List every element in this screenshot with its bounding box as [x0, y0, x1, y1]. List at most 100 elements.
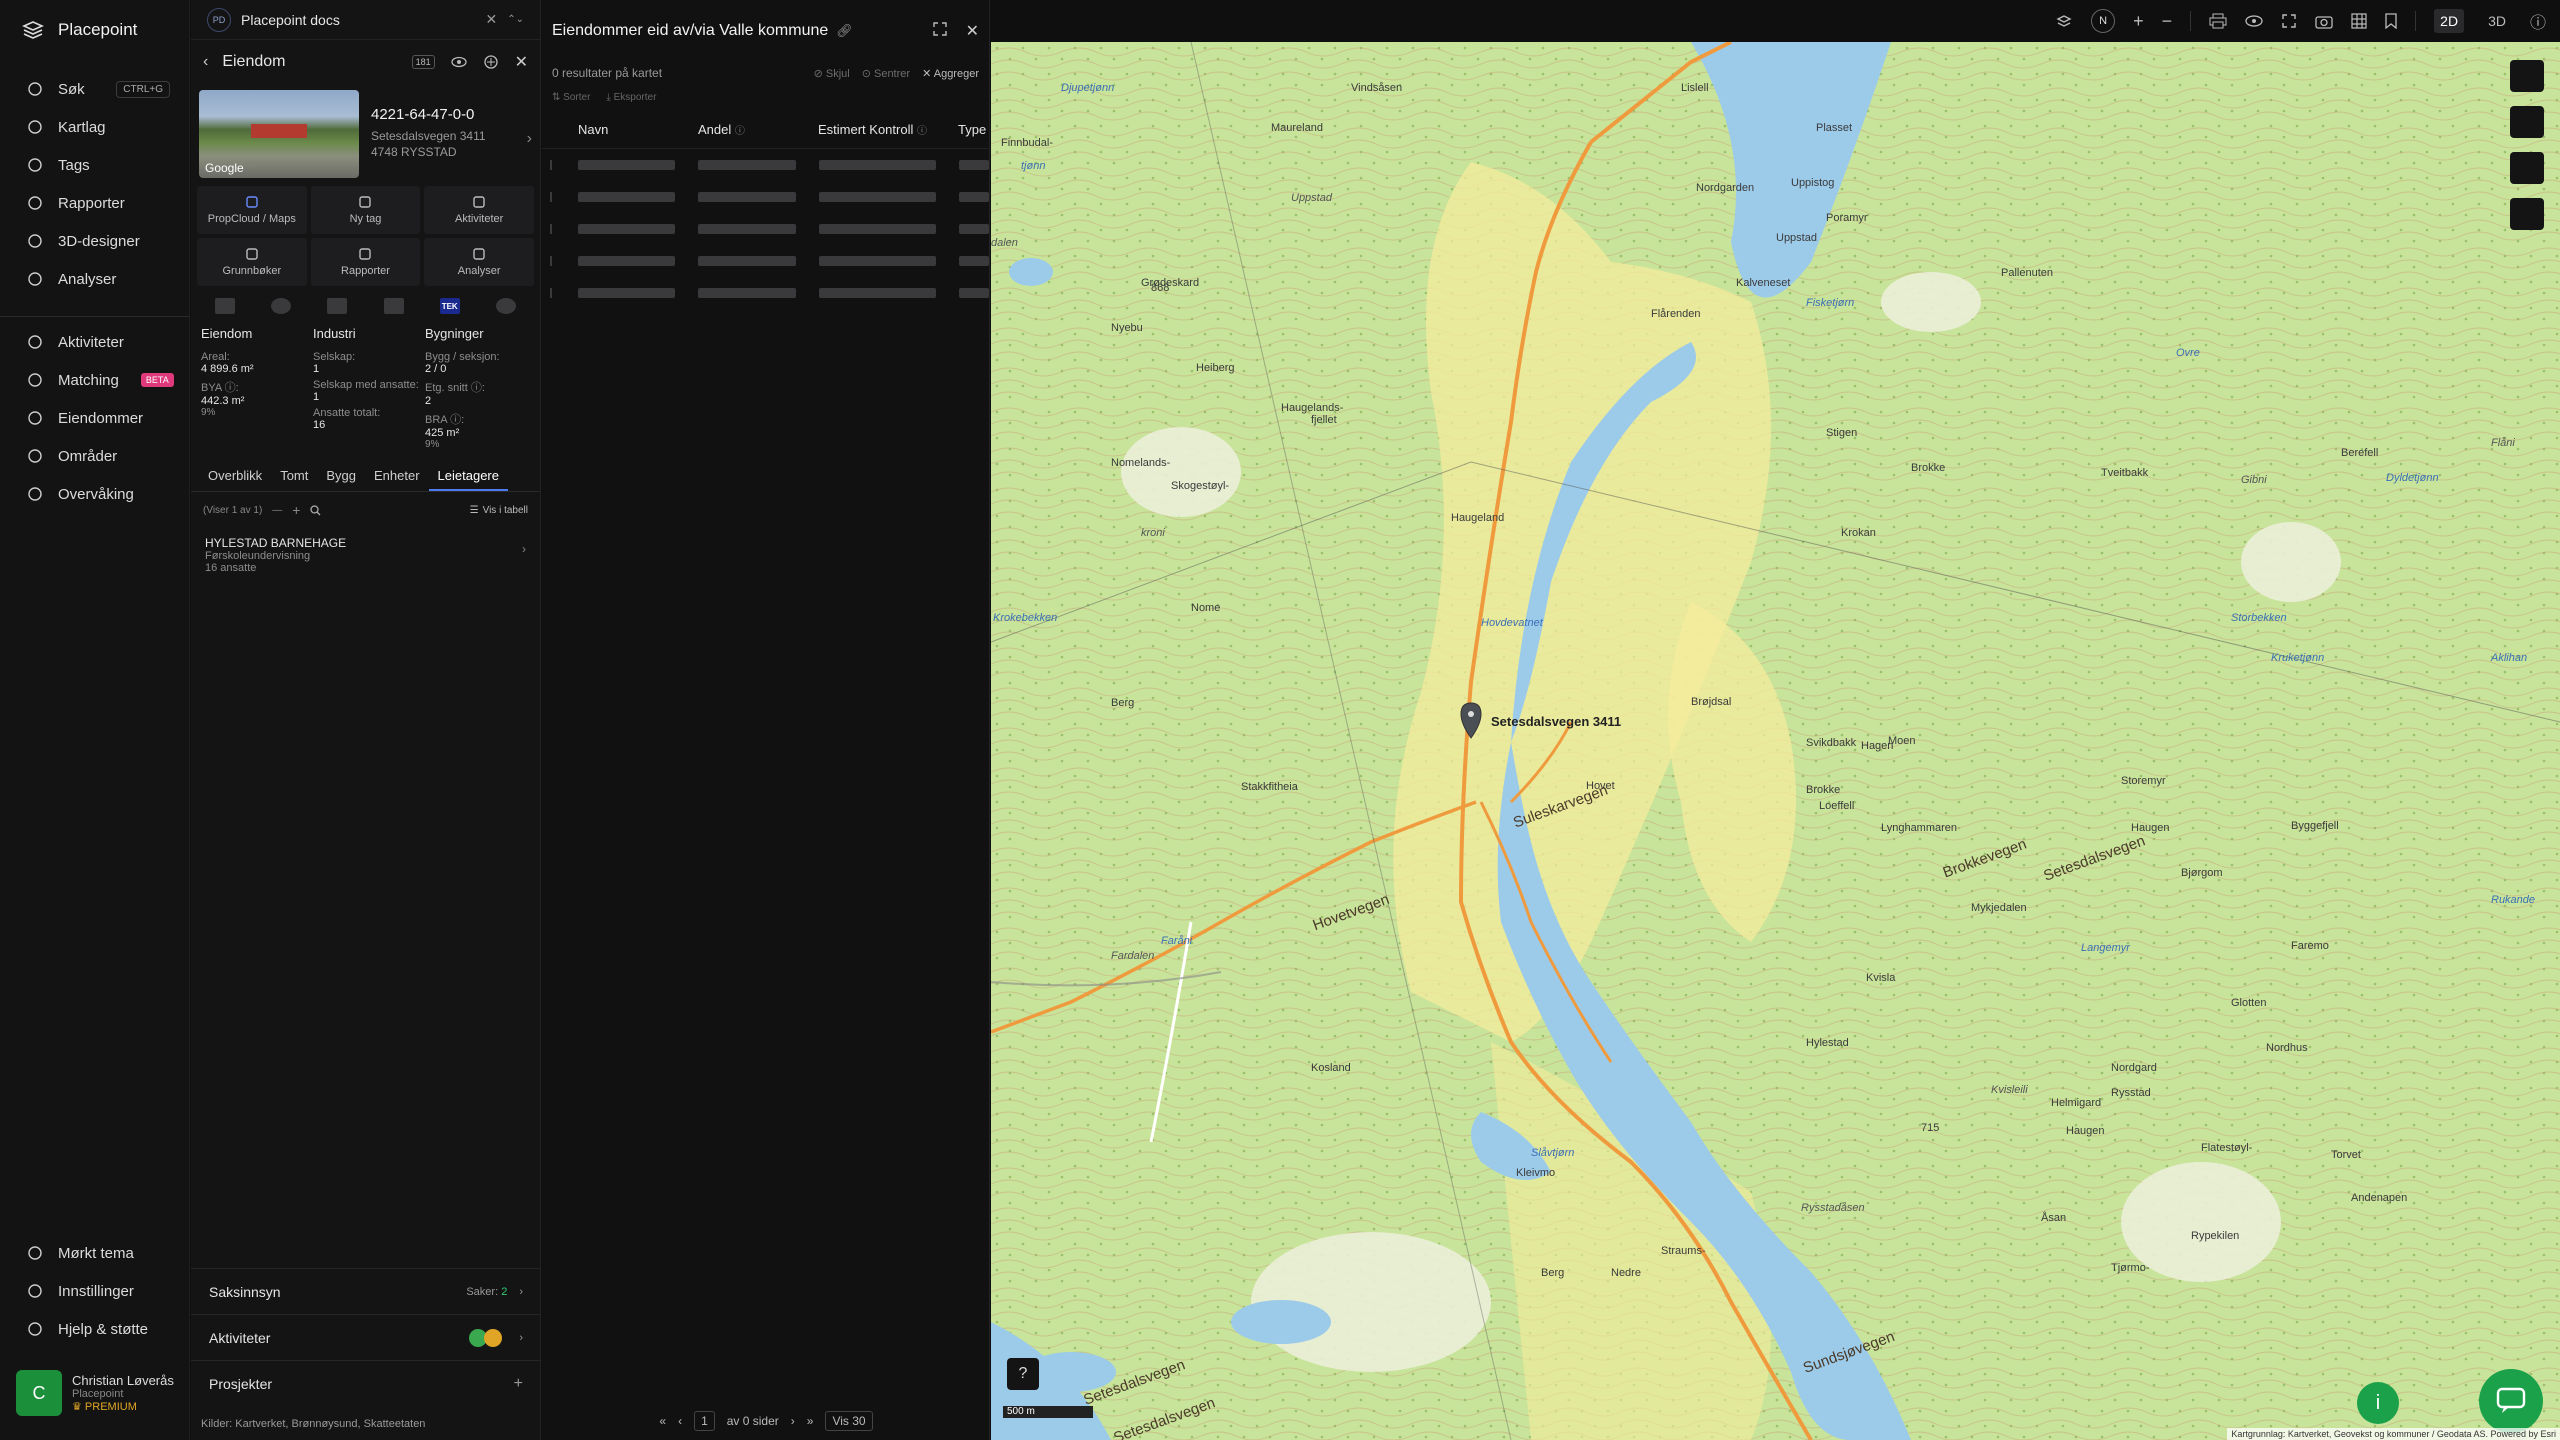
chart-button[interactable]	[2510, 152, 2544, 184]
compass-icon[interactable]: N	[2091, 9, 2116, 33]
col-header[interactable]: Estimert Kontroll ⓘ	[818, 122, 958, 137]
docs-selector[interactable]: PD Placepoint docs ✕ ⌃⌄	[191, 0, 540, 40]
saksinnsyn-section[interactable]: Saksinnsyn Saker: 2 ›	[191, 1268, 541, 1314]
eye-icon[interactable]	[450, 56, 467, 68]
count-badge[interactable]: 181	[411, 55, 435, 69]
source-link[interactable]: Kartverket,	[235, 1418, 288, 1430]
nav-item-3d-designer[interactable]: 3D-designer	[0, 222, 190, 260]
info-icon[interactable]: ⓘ	[2530, 9, 2546, 33]
plus-icon[interactable]: +	[292, 502, 300, 518]
topographic-map[interactable]	[991, 42, 2560, 1440]
zoom-in-icon[interactable]: +	[2133, 11, 2144, 32]
back-icon[interactable]: ‹	[203, 53, 208, 71]
nav-item-hjelp-støtte[interactable]: Hjelp & støtte	[0, 1310, 190, 1348]
nav-item-rapporter[interactable]: Rapporter	[0, 184, 190, 222]
brand[interactable]: Placepoint	[22, 20, 137, 40]
source-icon[interactable]	[215, 298, 236, 314]
page-input[interactable]: 1	[694, 1411, 715, 1431]
chat-button[interactable]	[2479, 1369, 2543, 1433]
bookmark-icon[interactable]	[2385, 13, 2397, 29]
close-panel-icon[interactable]: ✕	[515, 52, 528, 72]
action-pin-button[interactable]: Analyser	[424, 238, 534, 286]
source-link[interactable]: Brønnøysund,	[292, 1418, 361, 1430]
ruler-button[interactable]	[2510, 106, 2544, 138]
target-icon[interactable]	[483, 54, 499, 70]
map-help-button[interactable]: ?	[1007, 1358, 1039, 1390]
layers-stack-icon[interactable]	[2055, 12, 2073, 30]
nav-item-aktiviteter[interactable]: Aktiviteter	[0, 323, 190, 361]
table-row[interactable]	[542, 213, 990, 245]
next-page-icon[interactable]: ›	[791, 1414, 795, 1428]
expand-icon[interactable]	[932, 21, 948, 41]
action-activity-button[interactable]: Aktiviteter	[424, 186, 534, 234]
action-cloud-button[interactable]: PropCloud / Maps	[197, 186, 307, 234]
print-icon[interactable]	[2209, 13, 2227, 29]
table-view-button[interactable]: ☰ Vis i tabell	[470, 505, 528, 516]
nav-item-tags[interactable]: Tags	[0, 146, 190, 184]
map-tool-button[interactable]	[2510, 60, 2544, 92]
table-row[interactable]	[542, 245, 990, 277]
chevron-right-icon[interactable]: ›	[527, 130, 532, 148]
table-row[interactable]	[542, 181, 990, 213]
col-header[interactable]: Navn	[578, 122, 698, 137]
fullscreen-icon[interactable]	[2281, 13, 2297, 29]
activities-section[interactable]: Aktiviteter ›	[191, 1314, 541, 1360]
nav-item-matching[interactable]: Matching BETA	[0, 361, 190, 399]
nav-item-søk[interactable]: Søk CTRL+G	[0, 70, 190, 108]
first-page-icon[interactable]: «	[659, 1414, 666, 1428]
aggregate-button[interactable]: ✕ Aggreger	[922, 67, 979, 80]
col-header[interactable]: Andel ⓘ	[698, 122, 818, 137]
nav-item-analyser[interactable]: Analyser	[0, 260, 190, 298]
nav-item-områder[interactable]: Områder	[0, 437, 190, 475]
export-button[interactable]: ⤓ Eksporter	[606, 92, 656, 103]
last-page-icon[interactable]: »	[807, 1414, 814, 1428]
nav-item-kartlag[interactable]: Kartlag	[0, 108, 190, 146]
sort-button[interactable]: ⇅ Sorter	[552, 92, 590, 103]
nav-item-mørkt-tema[interactable]: Mørkt tema	[0, 1234, 190, 1272]
table-row[interactable]	[542, 277, 990, 309]
mode-3d-button[interactable]: 3D	[2482, 9, 2512, 33]
source-icon[interactable]	[495, 298, 516, 314]
action-tag-button[interactable]: Ny tag	[310, 186, 421, 234]
projects-section[interactable]: Prosjekter +	[191, 1360, 541, 1406]
action-download-button[interactable]: Grunnbøker	[197, 238, 307, 286]
tek-icon[interactable]: TEK	[439, 298, 460, 314]
profile-button[interactable]	[2510, 198, 2544, 230]
tenant-item[interactable]: HYLESTAD BARNEHAGE Førskoleundervisning …	[191, 528, 540, 582]
property-card[interactable]: Google 4221-64-47-0-0 Setesdalsvegen 341…	[191, 84, 540, 186]
link-icon[interactable]: 🔗︎	[836, 23, 853, 39]
prev-page-icon[interactable]: ‹	[678, 1414, 682, 1428]
source-link[interactable]: Skatteetaten	[364, 1418, 426, 1430]
grid-icon[interactable]	[2351, 13, 2367, 29]
search-icon[interactable]	[310, 504, 321, 516]
chevron-updown-icon[interactable]: ⌃⌄	[507, 14, 524, 25]
street-view-photo[interactable]: Google	[199, 90, 359, 178]
hide-button[interactable]: ⊘ Skjul	[814, 67, 850, 80]
tab-bygg[interactable]: Bygg	[317, 462, 365, 491]
camera-icon[interactable]	[2315, 14, 2333, 29]
eye-icon[interactable]	[2245, 15, 2263, 27]
tab-tomt[interactable]: Tomt	[271, 462, 317, 491]
info-button[interactable]: i	[2357, 1382, 2399, 1424]
action-chart-button[interactable]: Rapporter	[310, 238, 421, 286]
tab-enheter[interactable]: Enheter	[365, 462, 429, 491]
close-icon[interactable]: ✕	[966, 21, 979, 41]
nav-item-eiendommer[interactable]: Eiendommer	[0, 399, 190, 437]
zoom-out-icon[interactable]: −	[2162, 11, 2173, 32]
per-page-select[interactable]: Vis 30	[825, 1411, 873, 1431]
source-icon[interactable]	[383, 298, 404, 314]
tab-overblikk[interactable]: Overblikk	[199, 462, 271, 491]
col-header[interactable]: Type	[958, 122, 986, 137]
source-icon[interactable]	[327, 298, 348, 314]
map-view[interactable]: Djupetjønn Vindsåsen Lislell Plasset Maurela…	[991, 42, 2560, 1440]
plus-icon[interactable]: +	[514, 1375, 523, 1393]
center-button[interactable]: ⊙ Sentrer	[862, 67, 910, 80]
minus-icon[interactable]: —	[272, 505, 282, 516]
user-profile[interactable]: C Christian Løverås Placepoint ♛ PREMIUM	[16, 1370, 174, 1416]
source-icon[interactable]	[271, 298, 292, 314]
table-row[interactable]	[542, 149, 990, 181]
nav-item-overvåking[interactable]: Overvåking	[0, 475, 190, 513]
tab-leietagere[interactable]: Leietagere	[428, 462, 508, 491]
close-icon[interactable]: ✕	[486, 11, 498, 28]
nav-item-innstillinger[interactable]: Innstillinger	[0, 1272, 190, 1310]
